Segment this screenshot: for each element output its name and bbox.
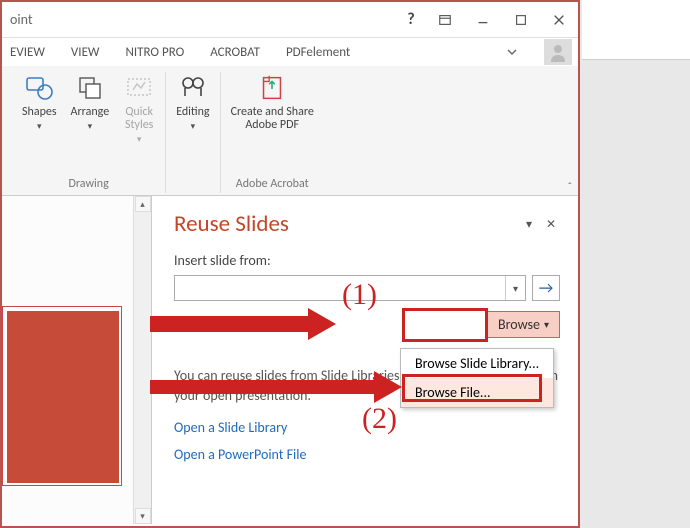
group-acrobat: Create and Share Adobe PDF Adobe Acrobat [221, 72, 324, 193]
menu-browse-file[interactable]: Browse File... [401, 378, 553, 407]
group-label-editing [192, 175, 195, 193]
tab-review[interactable]: EVIEW [8, 41, 47, 64]
arrow-right-icon: → [539, 279, 553, 298]
group-editing: Editing ▾ [166, 72, 220, 193]
browse-menu: Browse Slide Library... Browse File... [400, 348, 554, 408]
titlebar: oint ? [2, 2, 578, 38]
browse-label: Browse [498, 316, 540, 333]
dropdown-caret-icon: ▾ [137, 134, 142, 145]
create-share-pdf-button[interactable]: Create and Share Adobe PDF [231, 72, 314, 132]
open-slide-library-link[interactable]: Open a Slide Library [174, 419, 560, 436]
shapes-icon [23, 72, 55, 104]
tab-nitro[interactable]: NITRO PRO [124, 41, 187, 64]
dropdown-caret-icon: ▾ [37, 121, 42, 132]
tab-pdfelement[interactable]: PDFelement [284, 41, 352, 64]
help-button[interactable]: ? [396, 10, 426, 29]
powerpoint-window: oint ? EVIEW VIEW NITRO PRO ACROBAT PDFe… [0, 0, 580, 528]
find-icon [177, 72, 209, 104]
quick-styles-label: Quick Styles [125, 106, 153, 132]
ribbon-tabstrip: EVIEW VIEW NITRO PRO ACROBAT PDFelement [2, 38, 578, 66]
pane-options-icon[interactable]: ▾ [520, 215, 538, 233]
group-drawing: Shapes ▾ Arrange ▾ Quick Styles ▾ Drawin… [12, 72, 166, 193]
slide-thumbnail[interactable] [2, 306, 122, 486]
minimize-button[interactable] [464, 2, 502, 38]
scroll-up-icon[interactable]: ▴ [135, 196, 151, 212]
group-label-drawing: Drawing [68, 175, 108, 193]
dropdown-caret-icon: ▾ [191, 121, 196, 132]
scroll-down-icon[interactable]: ▾ [135, 508, 151, 524]
insert-from-label: Insert slide from: [174, 252, 560, 269]
shapes-button[interactable]: Shapes ▾ [22, 72, 57, 132]
tab-view[interactable]: VIEW [69, 41, 102, 64]
pdf-share-icon [256, 72, 288, 104]
group-label-acrobat: Adobe Acrobat [236, 175, 309, 193]
vertical-scrollbar[interactable]: ▴ ▾ [133, 196, 151, 524]
arrange-icon [74, 72, 106, 104]
quick-styles-icon [123, 72, 155, 104]
shapes-label: Shapes [22, 106, 57, 119]
close-button[interactable] [540, 2, 578, 38]
arrange-label: Arrange [71, 106, 110, 119]
maximize-button[interactable] [502, 2, 540, 38]
menu-browse-slide-library[interactable]: Browse Slide Library... [401, 349, 553, 378]
reuse-slides-pane: Reuse Slides ▾ ✕ Insert slide from: ▾ → … [152, 196, 578, 524]
source-combobox[interactable]: ▾ [174, 275, 526, 301]
tab-acrobat[interactable]: ACROBAT [208, 41, 262, 64]
quick-styles-button[interactable]: Quick Styles ▾ [123, 72, 155, 145]
ribbon: Shapes ▾ Arrange ▾ Quick Styles ▾ Drawin… [2, 66, 578, 196]
combo-dropdown-icon[interactable]: ▾ [505, 276, 525, 300]
ribbon-display-options[interactable] [426, 2, 464, 38]
app-title: oint [2, 11, 396, 28]
pane-close-icon[interactable]: ✕ [542, 215, 560, 233]
arrange-button[interactable]: Arrange ▾ [71, 72, 110, 132]
slide-content [7, 311, 119, 483]
collapse-ribbon-icon[interactable]: ˆ [568, 180, 572, 193]
browse-button[interactable]: Browse ▾ [487, 311, 560, 338]
open-powerpoint-file-link[interactable]: Open a PowerPoint File [174, 446, 560, 463]
user-avatar[interactable] [544, 39, 572, 65]
create-share-pdf-label: Create and Share Adobe PDF [231, 106, 314, 132]
go-button[interactable]: → [532, 275, 560, 301]
ribbon-chevron-icon[interactable] [506, 46, 518, 58]
source-input[interactable] [175, 281, 505, 296]
editing-button[interactable]: Editing ▾ [176, 72, 209, 132]
dropdown-caret-icon: ▾ [88, 121, 93, 132]
pane-title: Reuse Slides [174, 210, 516, 238]
editing-label: Editing [176, 106, 209, 119]
dropdown-caret-icon: ▾ [544, 318, 549, 331]
slide-thumbnail-pane: ▴ ▾ [2, 196, 152, 524]
